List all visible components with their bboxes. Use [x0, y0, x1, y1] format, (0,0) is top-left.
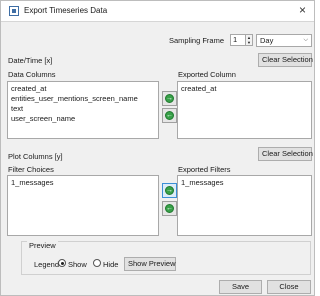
exported-column-label: Exported Column — [178, 70, 236, 79]
filter-choices-list[interactable]: 1_messages — [7, 175, 159, 236]
preview-group-label: Preview — [27, 241, 58, 250]
add-filter-button[interactable]: → — [162, 183, 177, 198]
data-columns-label: Data Columns — [8, 70, 56, 79]
arrow-right-icon: → — [165, 94, 174, 103]
close-button[interactable]: Close — [267, 280, 311, 294]
arrow-left-icon: ← — [165, 111, 174, 120]
window-title: Export Timeseries Data — [24, 6, 108, 15]
legend-hide-radio[interactable] — [93, 259, 101, 267]
data-columns-list[interactable]: created_at entities_user_mentions_screen… — [7, 81, 159, 139]
exported-filters-label: Exported Filters — [178, 165, 231, 174]
legend-show-radio[interactable] — [58, 259, 66, 267]
remove-column-button[interactable]: ← — [162, 108, 177, 123]
exported-column-list[interactable]: created_at — [177, 81, 312, 139]
plot-columns-label: Plot Columns [y] — [8, 152, 63, 161]
chevron-down-icon: ⌵ — [303, 37, 308, 43]
title-bar: Export Timeseries Data × — [1, 1, 314, 22]
sampling-unit-dropdown[interactable]: Day ⌵ — [256, 34, 312, 47]
app-icon — [9, 6, 19, 16]
filter-choices-label: Filter Choices — [8, 165, 54, 174]
add-column-button[interactable]: → — [162, 91, 177, 106]
arrow-left-icon: ← — [165, 204, 174, 213]
close-icon[interactable]: × — [299, 3, 306, 17]
list-item[interactable]: 1_messages — [181, 178, 308, 188]
arrow-right-icon: → — [165, 186, 174, 195]
legend-label: Legend — [34, 260, 60, 269]
list-item[interactable]: entities_user_mentions_screen_name — [11, 94, 155, 104]
sampling-unit-value: Day — [260, 36, 274, 45]
list-item[interactable]: created_at — [181, 84, 308, 94]
exported-filters-list[interactable]: 1_messages — [177, 175, 312, 236]
list-item[interactable]: 1_messages — [11, 178, 155, 188]
clear-selection-button-x[interactable]: Clear Selection — [258, 53, 313, 67]
sampling-frame-spinbox[interactable]: 1 — [230, 34, 246, 46]
show-preview-button[interactable]: Show Preview — [124, 257, 176, 271]
legend-show-label[interactable]: Show — [68, 260, 87, 269]
save-button[interactable]: Save — [219, 280, 262, 294]
sampling-frame-label: Sampling Frame — [169, 36, 225, 45]
remove-filter-button[interactable]: ← — [162, 201, 177, 216]
list-item[interactable]: text — [11, 104, 155, 114]
export-timeseries-dialog: Export Timeseries Data × Sampling Frame … — [0, 0, 315, 296]
datetime-label: Date/Time [x] — [8, 56, 53, 65]
list-item[interactable]: user_screen_name — [11, 114, 155, 124]
chevron-down-icon[interactable]: ▼ — [246, 40, 252, 45]
list-item[interactable]: created_at — [11, 84, 155, 94]
clear-selection-button-y[interactable]: Clear Selection — [258, 147, 313, 161]
sampling-frame-stepper[interactable]: ▲ ▼ — [245, 34, 253, 46]
legend-hide-label[interactable]: Hide — [103, 260, 118, 269]
